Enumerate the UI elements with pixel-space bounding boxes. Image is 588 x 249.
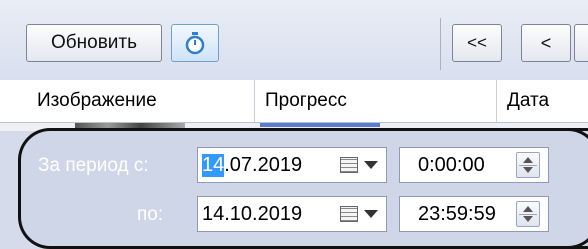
previous-page-button[interactable]: < xyxy=(521,24,571,62)
column-header-image[interactable]: Изображение xyxy=(27,80,255,122)
chevron-down-icon xyxy=(364,161,378,169)
period-panel-edge xyxy=(560,128,588,249)
first-page-button[interactable]: << xyxy=(452,24,502,62)
stopwatch-icon xyxy=(185,32,205,55)
row-progress-bar xyxy=(260,123,380,127)
calendar-icon xyxy=(340,157,358,173)
period-from-label: За период с: xyxy=(38,155,149,176)
from-date-selected-text: 14 xyxy=(202,153,225,177)
stopwatch-button[interactable] xyxy=(171,24,219,62)
spinner-divider xyxy=(519,165,537,166)
from-time-input[interactable]: 0:00:00 xyxy=(399,147,549,183)
spin-up-icon[interactable] xyxy=(523,157,533,163)
toolbar: Обновить << < xyxy=(0,0,588,81)
to-date-picker[interactable]: 14.10.2019 xyxy=(197,196,387,232)
next-page-button[interactable] xyxy=(574,24,588,62)
from-time-text: 0:00:00 xyxy=(418,153,485,176)
spin-up-icon[interactable] xyxy=(523,206,533,212)
from-time-spinner[interactable] xyxy=(516,152,540,178)
to-time-input[interactable]: 23:59:59 xyxy=(399,196,549,232)
calendar-dropdown-button[interactable] xyxy=(340,204,380,224)
column-header-progress[interactable]: Прогресс xyxy=(255,80,497,122)
period-to-label: по: xyxy=(137,204,164,225)
from-date-text: .07.2019 xyxy=(224,153,303,176)
calendar-icon xyxy=(340,206,358,222)
to-time-spinner[interactable] xyxy=(516,201,540,227)
from-date-picker[interactable]: 14.07.2019 xyxy=(197,147,387,183)
to-date-text: 14.10.2019 xyxy=(202,202,303,225)
calendar-dropdown-button[interactable] xyxy=(340,155,380,175)
toolbar-separator xyxy=(440,18,441,70)
grid-header: Изображение Прогресс Дата xyxy=(0,80,588,123)
to-time-text: 23:59:59 xyxy=(418,202,496,225)
spin-down-icon[interactable] xyxy=(523,167,533,173)
refresh-button[interactable]: Обновить xyxy=(26,24,162,62)
chevron-down-icon xyxy=(364,210,378,218)
archive-search-window: Обновить << < Изображение Прогресс Дата … xyxy=(0,0,588,249)
spinner-divider xyxy=(519,214,537,215)
column-header-date[interactable]: Дата xyxy=(497,80,588,122)
spin-down-icon[interactable] xyxy=(523,216,533,222)
